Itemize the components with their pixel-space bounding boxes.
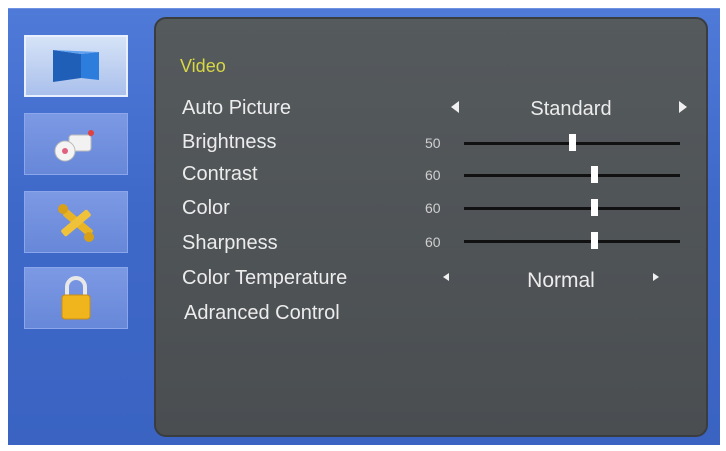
brightness-label[interactable]: Brightness [182,131,277,154]
contrast-label[interactable]: Contrast [182,163,258,186]
auto-picture-next-arrow[interactable] [679,101,687,113]
brightness-slider-thumb[interactable] [569,134,576,151]
picture-icon [53,50,99,82]
menu-title: Video [180,56,226,76]
color-slider-thumb[interactable] [590,199,598,216]
sidebar [8,9,153,445]
color-temperature-value: Normal [527,269,595,292]
sharpness-label[interactable]: Sharpness [182,232,278,255]
brightness-slider[interactable] [464,134,680,151]
sidebar-item-lock[interactable] [24,267,128,329]
contrast-value: 60 [425,167,441,183]
contrast-slider-thumb[interactable] [590,166,598,183]
settings-panel: Video Auto Picture Standard Brightness 5… [154,17,708,437]
color-slider[interactable] [464,199,680,216]
sharpness-slider[interactable] [464,232,680,249]
sidebar-item-picture[interactable] [24,35,128,97]
auto-picture-label[interactable]: Auto Picture [182,97,291,120]
tools-icon [58,204,94,242]
color-temperature-label[interactable]: Color Temperature [182,267,347,290]
sidebar-item-audio[interactable] [24,113,128,175]
color-temperature-prev-arrow[interactable] [443,273,449,281]
auto-picture-value: Standard [530,98,612,120]
audio-icon [54,130,94,162]
osd-frame: Video Auto Picture Standard Brightness 5… [8,8,720,445]
brightness-value: 50 [425,135,441,151]
color-temperature-next-arrow[interactable] [653,273,659,281]
sidebar-item-tools[interactable] [24,191,128,253]
advanced-control-item[interactable]: Adranced Control [184,302,340,325]
color-value: 60 [425,200,441,216]
color-label[interactable]: Color [182,197,230,220]
contrast-slider[interactable] [464,166,680,183]
sharpness-slider-thumb[interactable] [590,232,598,249]
auto-picture-prev-arrow[interactable] [451,101,459,113]
lock-icon [61,276,91,320]
sharpness-value: 60 [425,234,441,250]
